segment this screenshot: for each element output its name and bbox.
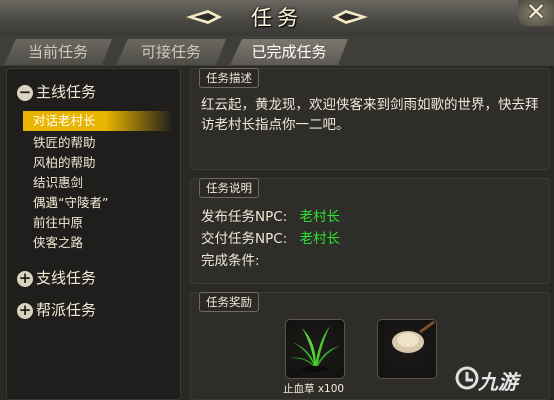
issue-npc-row: 发布任务NPC: 老村长 [201, 205, 340, 225]
description-text: 红云起，黄龙现，欢迎侠客来到剑雨如歌的世界，快去拜访老村长指点你一二吧。 [201, 97, 539, 133]
quest-item[interactable]: 风柏的帮助 [33, 153, 96, 173]
quest-item[interactable]: 前往中原 [33, 213, 83, 233]
quest-info-box: 任务说明 发布任务NPC: 老村长 交付任务NPC: 老村长 完成条件: [190, 178, 550, 284]
tab-available-quests[interactable]: 可接任务 [116, 39, 226, 65]
issue-npc-name[interactable]: 老村长 [300, 209, 341, 225]
window-titlebar: 任务 ✕ [0, 0, 554, 37]
quest-description-box: 任务描述 红云起，黄龙现，欢迎侠客来到剑雨如歌的世界，快去拜访老村长指点你一二吧… [190, 68, 550, 170]
reward-slot-herb[interactable] [285, 319, 345, 379]
quest-item[interactable]: 偶遇“守陵者” [33, 193, 108, 213]
quest-item[interactable]: 侠客之路 [33, 233, 83, 253]
submit-npc-name[interactable]: 老村长 [300, 231, 341, 247]
reward-slot-item[interactable] [377, 319, 437, 379]
issue-npc-label: 发布任务NPC: [201, 209, 288, 225]
tab-current-quests[interactable]: 当前任务 [4, 39, 112, 65]
jiuyou-logo-icon [455, 366, 479, 390]
tab-completed-quests[interactable]: 已完成任务 [230, 39, 348, 65]
quest-item[interactable]: 铁匠的帮助 [33, 133, 96, 153]
expand-icon[interactable]: + [17, 302, 33, 319]
expand-icon[interactable]: + [17, 270, 33, 287]
category-label: 主线任务 [36, 83, 97, 101]
collapse-icon[interactable]: − [17, 84, 33, 101]
quest-list-panel: − 主线任务 对话老村长 铁匠的帮助 风柏的帮助 结识惠剑 偶遇“守陵者” 前往中… [6, 68, 181, 400]
category-label: 帮派任务 [36, 301, 97, 319]
category-main-quests[interactable]: − 主线任务 [17, 81, 96, 103]
submit-npc-label: 交付任务NPC: [201, 231, 288, 247]
submit-npc-row: 交付任务NPC: 老村长 [201, 227, 340, 247]
title-ornament-right-icon [332, 10, 368, 24]
window-title: 任务 [251, 6, 303, 30]
category-side-quests[interactable]: + 支线任务 [17, 267, 96, 289]
item-icon [392, 320, 435, 353]
category-label: 支线任务 [36, 269, 97, 287]
info-label: 任务说明 [199, 178, 259, 198]
rewards-label: 任务奖励 [199, 292, 259, 312]
category-guild-quests[interactable]: + 帮派任务 [17, 299, 96, 321]
watermark-text: 九游 [478, 370, 518, 394]
description-label: 任务描述 [199, 68, 259, 88]
quest-item-selected[interactable]: 对话老村长 [23, 111, 173, 131]
quest-item[interactable]: 结识惠剑 [33, 173, 83, 193]
quest-tabs: 当前任务 可接任务 已完成任务 [0, 36, 554, 66]
close-button[interactable]: ✕ [518, 0, 554, 26]
reward-item-name: 止血草 x100 [283, 383, 345, 395]
herb-icon [290, 326, 340, 372]
completion-condition-label: 完成条件: [201, 253, 260, 269]
